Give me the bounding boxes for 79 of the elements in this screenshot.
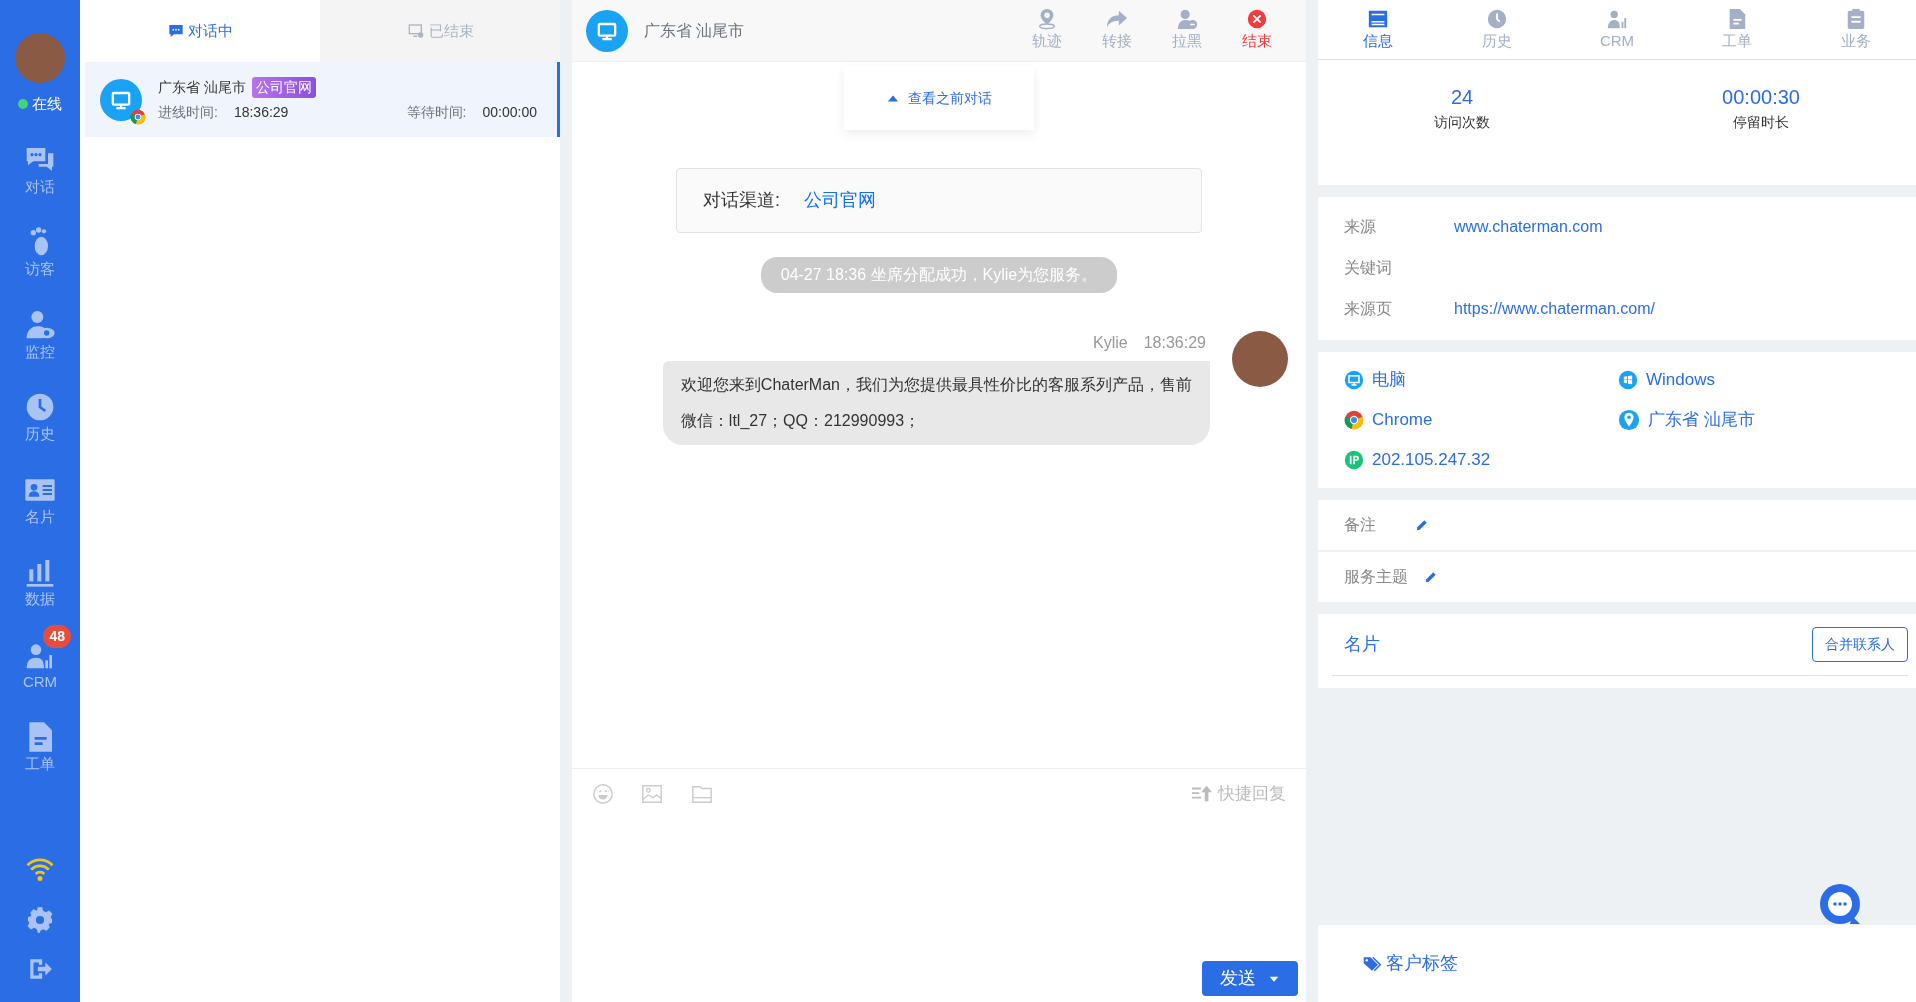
nav-item[interactable]: 历史 [5, 377, 75, 446]
monitor-closed-icon [406, 23, 425, 39]
nav-item[interactable]: 监控 [5, 294, 75, 363]
emoji-icon [592, 782, 614, 805]
info-tab[interactable]: 历史 [1437, 0, 1558, 59]
info-tab[interactable]: 业务 [1796, 0, 1916, 59]
entry-time: 18:36:29 [233, 102, 289, 122]
windows-icon [1618, 369, 1638, 390]
wait-time: 00:00:00 [482, 102, 537, 122]
tags-icon [1362, 954, 1382, 973]
os-name: Windows [1646, 368, 1715, 391]
pencil-icon [1415, 518, 1429, 533]
note-label: 备注 [1344, 514, 1377, 535]
notification-badge: 48 [43, 624, 71, 648]
customer-tags-button[interactable]: 客户标签 [1362, 950, 1458, 977]
browser-name: Chrome [1372, 408, 1433, 431]
location-pin-icon [1036, 8, 1058, 31]
message-line: 微信：ltl_27；QQ：212990993； [680, 411, 922, 431]
close-icon [1246, 8, 1268, 31]
avatar-photo-placeholder [1232, 331, 1288, 387]
chat-bubble-icon [167, 23, 184, 39]
list-tab[interactable]: 已结束 [320, 0, 560, 62]
load-history-button[interactable]: 查看之前对话 [844, 66, 1034, 130]
field-label: 关键词 [1344, 258, 1393, 278]
location-pin-icon [1618, 408, 1640, 431]
device-type: 电脑 [1372, 368, 1406, 391]
entry-time-label: 进线时间: [158, 102, 218, 122]
toolbar-action[interactable]: 轨迹 [1012, 8, 1082, 53]
field-label: 来源 [1344, 217, 1377, 237]
logout-icon [27, 956, 53, 982]
news-icon [1366, 8, 1389, 30]
toolbar-action[interactable]: 转接 [1082, 8, 1152, 53]
merge-contacts-button[interactable]: 合并联系人 [1812, 626, 1908, 662]
toolbar-action[interactable]: 结束 [1222, 8, 1292, 53]
stat-value: 00:00:30 [1722, 84, 1800, 110]
chat-title: 广东省 汕尾市 [644, 20, 745, 41]
user-chart-icon [1606, 8, 1628, 30]
settings-icon [26, 906, 54, 934]
info-tab[interactable]: 工单 [1676, 0, 1797, 59]
nav-item[interactable]: 名片 [5, 459, 75, 528]
toolbar-action[interactable]: 拉黑 [1152, 8, 1222, 53]
wait-time-label: 等待时间: [406, 102, 467, 122]
ip-icon [1344, 449, 1364, 470]
location-text: 广东省 汕尾市 [1648, 408, 1755, 431]
note-label: 服务主题 [1344, 566, 1408, 587]
quick-reply-button[interactable]: 快捷回复 [1190, 780, 1286, 807]
source-link[interactable]: https://www.chaterman.com/ [1454, 297, 1655, 321]
card-title: 名片 [1344, 632, 1380, 656]
avatar-photo-placeholder [15, 33, 65, 83]
sender-name: Kylie [1093, 334, 1128, 351]
monitor-icon [1344, 369, 1364, 390]
chrome-icon [1344, 409, 1364, 430]
nav-item[interactable]: 对话 [5, 129, 75, 198]
status-label: 在线 [32, 94, 62, 114]
field-label: 来源页 [1344, 299, 1393, 319]
info-tab[interactable]: 信息 [1318, 0, 1438, 59]
channel-label: 对话渠道: [703, 189, 780, 212]
nav-item[interactable]: 访客 [5, 212, 75, 281]
send-button[interactable]: 发送 [1202, 961, 1298, 996]
channel-name: 公司官网 [804, 189, 876, 212]
pencil-icon [1424, 570, 1438, 585]
visitor-location: 广东省 汕尾市 [158, 77, 246, 97]
stat-label: 停留时长 [1733, 112, 1790, 132]
nav-item[interactable]: 数据 [5, 542, 75, 611]
message-time: 18:36:29 [1143, 334, 1206, 351]
source-link[interactable]: www.chaterman.com [1454, 215, 1603, 239]
message-line: 欢迎您来到ChaterMan，我们为您提供最具性价比的客服系列产品，售前 [680, 375, 1192, 395]
channel-tag: 公司官网 [251, 76, 316, 98]
stat-value: 24 [1450, 84, 1474, 110]
conversation-item[interactable]: 广东省 汕尾市 公司官网 进线时间: 18:36:29 等待时间: 00:00:00 [85, 62, 560, 137]
ip-address: 202.105.247.32 [1372, 448, 1491, 471]
chrome-icon [130, 108, 146, 125]
user-minus-icon [1176, 8, 1198, 31]
clock-icon [1486, 8, 1509, 30]
info-tab[interactable]: CRM [1557, 0, 1677, 59]
image-icon [640, 782, 664, 805]
stat-label: 访问次数 [1434, 112, 1491, 132]
nav-item[interactable]: 工单 [5, 707, 75, 776]
nav-item[interactable]: CRM 48 [5, 624, 75, 693]
